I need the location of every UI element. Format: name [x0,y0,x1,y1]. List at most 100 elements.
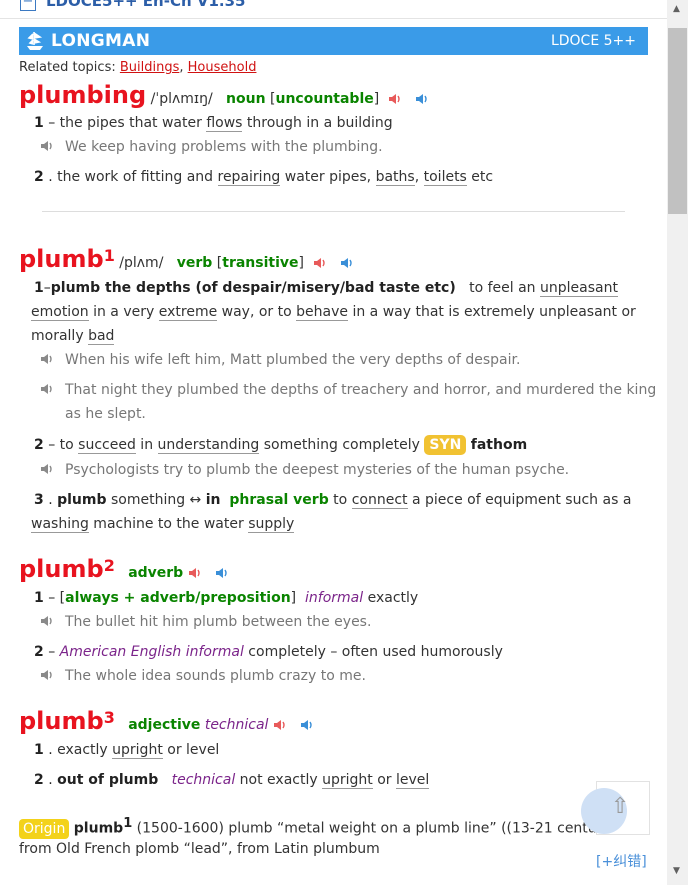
speaker-grey-icon[interactable] [40,353,54,365]
entry-plumb3-head: plumb3 adjective technical [19,706,314,740]
speaker-grey-icon[interactable] [40,140,54,152]
example-sentence-continued: as he slept. [65,406,146,422]
speaker-grey-icon[interactable] [40,463,54,475]
example-sentence: That night they plumbed the depths of tr… [65,382,657,398]
longman-banner: LONGMAN LDOCE 5++ [19,27,648,55]
word-link[interactable]: behave [296,304,349,321]
word-link[interactable]: supply [248,516,295,533]
word-link[interactable]: extreme [158,304,218,321]
back-to-top-button[interactable]: ⇧ [581,781,650,835]
entry-plumb2-head: plumb2 adverb [19,554,229,588]
sense-2: 2 – American English informal completely… [34,644,503,660]
etymology: Origin plumb1 (1500-1600) plumb “metal w… [19,812,638,841]
word-link[interactable]: emotion [31,304,89,321]
pronunciation: /plʌm/ [119,255,164,271]
collapse-toggle-icon[interactable]: − [20,0,36,11]
definition-text: machine to the water [88,516,249,532]
pronunciation: /ˈplʌmɪŋ/ [150,91,213,107]
speaker-red-icon[interactable] [313,257,327,269]
speaker-red-icon[interactable] [188,567,202,579]
speaker-blue-icon[interactable] [415,93,429,105]
word-link[interactable]: upright [112,742,163,759]
definition-text: exactly [57,742,113,758]
grammar-label: always + adverb/preposition [65,590,291,606]
sense-number: 1 [34,590,44,606]
topic-link-household[interactable]: Household [188,60,257,75]
brand-name: LONGMAN [51,31,151,51]
definition-text: a piece of equipment such as a [407,492,632,508]
word-link[interactable]: level [395,772,430,789]
definition-text: morally [31,328,89,344]
word-link[interactable]: washing [31,516,89,533]
definition-text: through in a building [242,115,393,131]
speaker-blue-icon[interactable] [300,719,314,731]
grammar-label: uncountable [275,91,374,107]
report-error-link[interactable]: [+纠错] [596,851,647,871]
speaker-blue-icon[interactable] [215,567,229,579]
definition-text: in [135,437,158,453]
word-link[interactable]: upright [322,772,373,789]
part-of-speech: phrasal verb [229,492,329,508]
definition-text: in a way that is extremely unpleasant or [348,304,636,320]
scroll-up-arrow-icon[interactable]: ▲ [673,4,680,14]
scrollbar-thumb[interactable] [668,28,687,214]
speaker-red-icon[interactable] [388,93,402,105]
word-link[interactable]: succeed [78,437,136,454]
homograph-number: 2 [103,556,115,575]
definition-text: or level [162,742,220,758]
definition-text: the pipes that water [59,115,207,131]
word-link[interactable]: flows [206,115,243,132]
definition-text: exactly [363,590,419,606]
sense-1: 1 . exactly upright or level [34,742,220,759]
topic-link-buildings[interactable]: Buildings [120,60,180,75]
sense-2: 2 . the work of fitting and repairing wa… [34,169,494,186]
definition-text: water pipes, [280,169,376,185]
sense-number: 1 [34,742,44,758]
speaker-grey-icon[interactable] [40,383,54,395]
speaker-blue-icon[interactable] [340,257,354,269]
ship-logo-icon [27,32,43,50]
word-link[interactable]: bad [88,328,115,345]
speaker-grey-icon[interactable] [40,615,54,627]
word-link[interactable]: baths [375,169,415,186]
definition-text: to [59,437,79,453]
sense-1: 1–plumb the depths (of despair/misery/ba… [34,280,618,297]
scroll-down-arrow-icon[interactable]: ▼ [673,866,680,876]
example-sentence: We keep having problems with the plumbin… [65,139,383,155]
definition-text: completely – often used humorously [243,644,503,660]
headword: plumbing [19,81,147,109]
vertical-scrollbar[interactable]: ▲ ▼ [667,0,688,885]
register-label: informal [185,644,244,660]
definition-text: , [414,169,424,185]
grammar-label: transitive [222,255,299,271]
part-of-speech: adverb [128,565,184,581]
example-sentence: The bullet hit him plumb between the eye… [65,614,372,630]
phrase-particle: in [205,492,221,508]
speaker-red-icon[interactable] [273,719,287,731]
entry-plumb1-head: plumb1 /plʌm/ verb [transitive] [19,244,354,278]
synonym-word[interactable]: fathom [471,437,527,453]
definition-text: something completely [259,437,425,453]
definition-line: morally bad [31,325,115,347]
part-of-speech: verb [176,255,213,271]
speaker-grey-icon[interactable] [40,669,54,681]
word-link[interactable]: understanding [157,437,260,454]
sense-2: 2 – to succeed in understanding somethin… [34,435,528,455]
word-link[interactable]: repairing [217,169,281,186]
example-sentence: Psychologists try to plumb the deepest m… [65,462,570,478]
sense-1: 1 – the pipes that water flows through i… [34,115,393,132]
dictionary-title[interactable]: LDOCE5++ En-Ch V1.35 [46,0,246,10]
phrase: plumb the depths (of despair/misery/bad … [50,280,456,296]
origin-word: plumb [73,820,124,837]
word-link[interactable]: toilets [423,169,467,186]
word-link[interactable]: unpleasant [539,280,618,297]
definition-text: not exactly [235,772,323,788]
headword: plumb2 [19,555,115,583]
sense-2: 2 . out of plumb technical not exactly u… [34,772,430,789]
example-sentence: When his wife left him, Matt plumbed the… [65,352,521,368]
homograph-number: 1 [123,816,133,831]
sense-number: 3 [34,492,44,508]
word-link[interactable]: connect [351,492,408,509]
etymology-line-2: from Old French plomb “lead”, from Latin… [19,841,380,857]
origin-text: (1500-1600) plumb “metal weight on a plu… [132,820,638,837]
